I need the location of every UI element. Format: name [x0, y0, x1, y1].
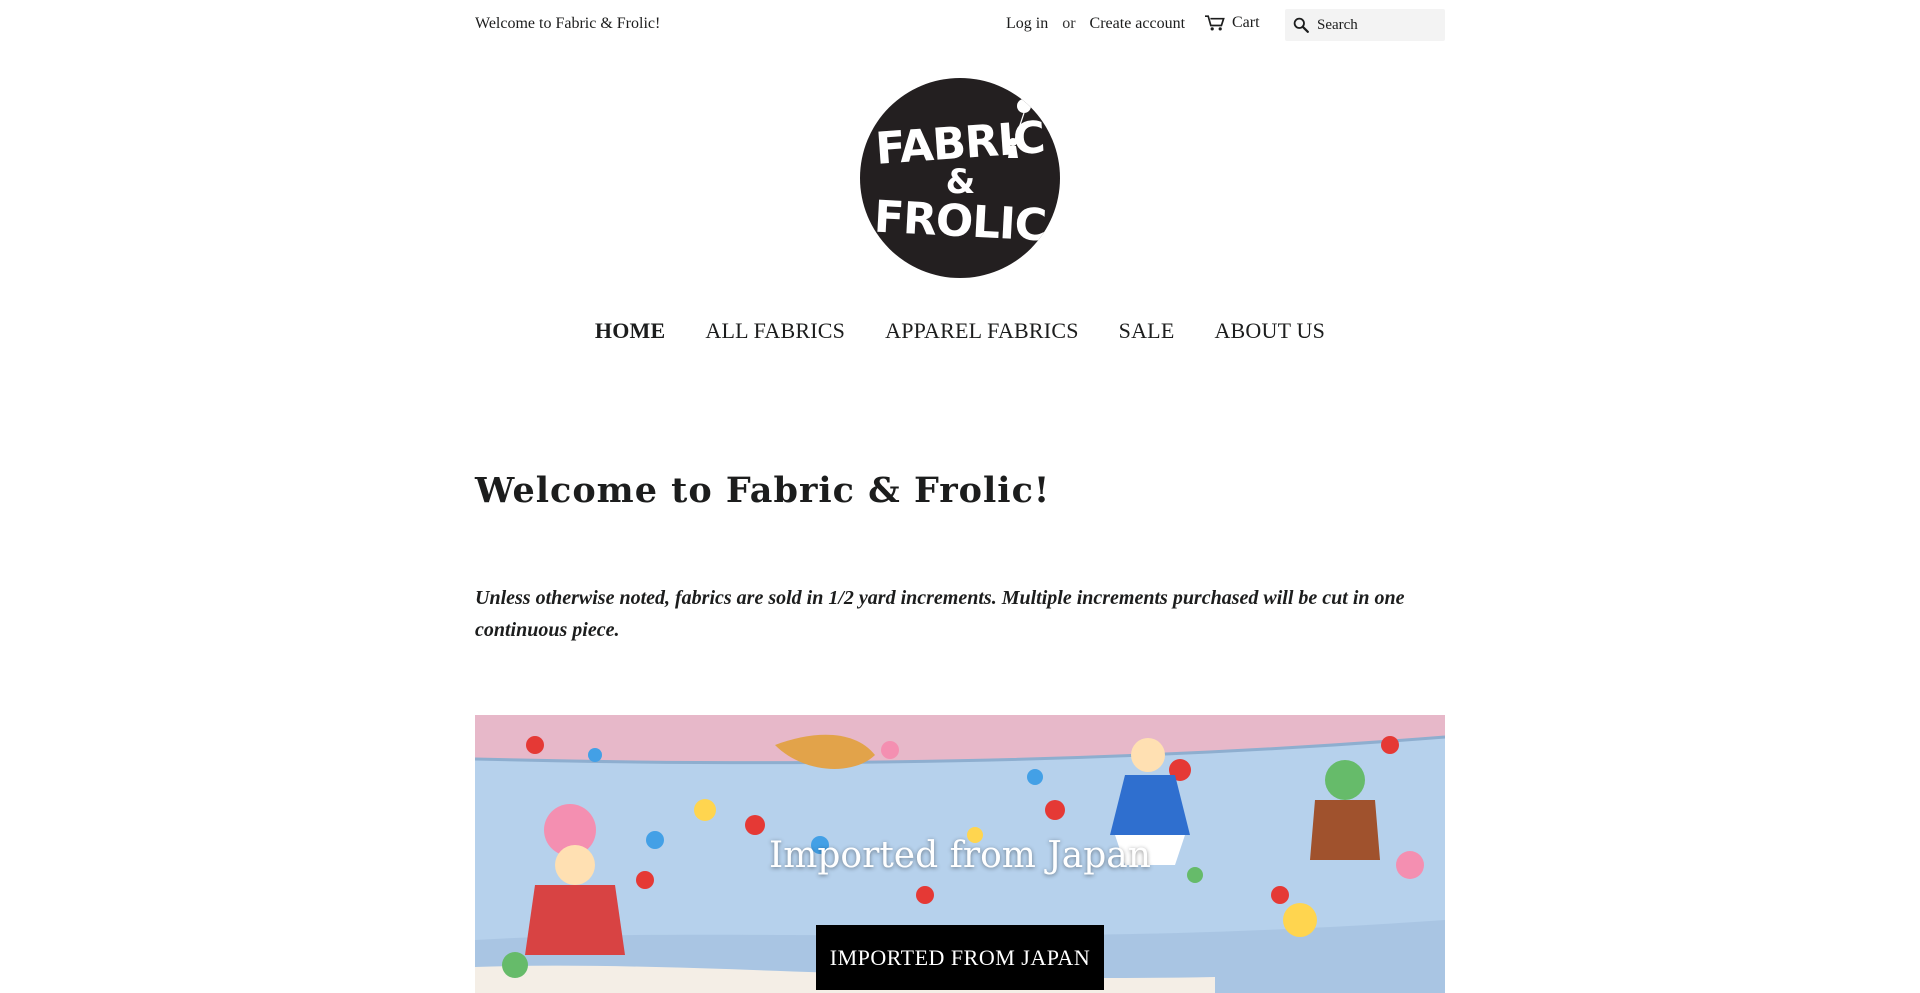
logo-text-frolic: FROLIC — [872, 191, 1048, 252]
main-nav: HOME ALL FABRICS APPAREL FABRICS SALE AB… — [0, 318, 1920, 344]
nav-item-sale[interactable]: SALE — [1119, 318, 1175, 344]
nav-item-all-fabrics[interactable]: ALL FABRICS — [705, 318, 845, 344]
welcome-message: Welcome to Fabric & Frolic! — [475, 15, 661, 32]
search-box[interactable] — [1285, 9, 1445, 41]
login-link[interactable]: Log in — [1006, 15, 1048, 32]
search-icon[interactable] — [1293, 17, 1309, 33]
page-title: Welcome to Fabric & Frolic! — [475, 470, 1051, 511]
nav-item-home[interactable]: HOME — [595, 318, 665, 344]
sizing-notice: Unless otherwise noted, fabrics are sold… — [475, 587, 1405, 641]
hero-title: Imported from Japan — [769, 835, 1151, 876]
top-bar: Welcome to Fabric & Frolic! Log in or Cr… — [0, 0, 1920, 48]
cart-link[interactable]: Cart — [1205, 14, 1260, 32]
account-links: Log in or Create account — [1006, 15, 1185, 33]
nav-item-apparel-fabrics[interactable]: APPAREL FABRICS — [885, 318, 1079, 344]
create-account-link[interactable]: Create account — [1090, 15, 1186, 32]
hero-banner: Imported from Japan IMPORTED FROM JAPAN — [475, 715, 1445, 993]
or-separator: or — [1062, 15, 1076, 32]
cart-icon — [1205, 15, 1225, 31]
hero-cta-button[interactable]: IMPORTED FROM JAPAN — [816, 925, 1104, 990]
search-input[interactable] — [1315, 15, 1439, 35]
cart-label: Cart — [1232, 14, 1260, 31]
nav-item-about-us[interactable]: ABOUT US — [1214, 318, 1325, 344]
site-logo[interactable]: FABRIC & FROLIC — [860, 78, 1060, 278]
